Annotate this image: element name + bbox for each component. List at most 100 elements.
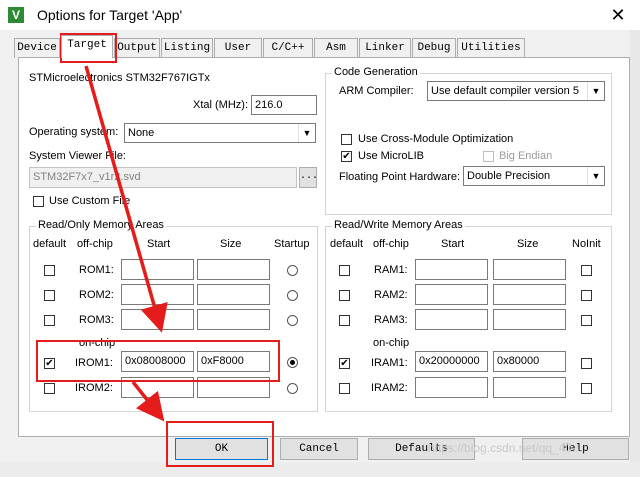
rom1-start-input[interactable] (121, 259, 194, 280)
ram1-start-input[interactable] (415, 259, 488, 280)
watermark: https://blog.csdn.net/qq_40... (428, 441, 583, 455)
device-name: STMicroelectronics STM32F767IGTx (29, 72, 210, 84)
ram2-label: RAM2: (374, 289, 408, 301)
ram2-start-input[interactable] (415, 284, 488, 305)
ram3-default-checkbox[interactable] (339, 315, 350, 326)
rom-group-title: Read/Only Memory Areas (36, 219, 166, 231)
rom1-default-checkbox[interactable] (44, 265, 55, 276)
rom-header-start: Start (147, 238, 171, 250)
chevron-down-icon: ▼ (587, 82, 604, 100)
tab-c-cpp[interactable]: C/C++ (263, 38, 313, 58)
rom-header-size: Size (220, 238, 242, 250)
compiler-label: ARM Compiler: (339, 85, 414, 97)
app-icon: V (8, 7, 24, 23)
fpu-select[interactable]: Double Precision ▼ (463, 166, 605, 186)
iram2-size-input[interactable] (493, 377, 566, 398)
xtal-label: Xtal (MHz): (193, 99, 248, 111)
cross-module-checkbox[interactable] (341, 134, 352, 145)
cancel-button[interactable]: Cancel (280, 438, 358, 460)
ram1-size-input[interactable] (493, 259, 566, 280)
fpu-select-value: Double Precision (467, 170, 551, 182)
chevron-down-icon: ▼ (298, 124, 315, 142)
ram1-label: RAM1: (374, 264, 408, 276)
tab-linker[interactable]: Linker (359, 38, 411, 58)
compiler-select-value: Use default compiler version 5 (431, 85, 579, 97)
ram-header-start: Start (441, 238, 465, 250)
iram1-label: IRAM1: (371, 357, 408, 369)
ram3-start-input[interactable] (415, 309, 488, 330)
microlib-checkbox[interactable]: ✔ (341, 151, 352, 162)
cross-module-label: Use Cross-Module Optimization (358, 133, 514, 145)
window-title: Options for Target 'App' (37, 7, 183, 23)
custom-file-label: Use Custom File (49, 195, 131, 207)
rom1-startup-radio[interactable] (287, 265, 298, 276)
svd-browse-button[interactable]: ... (299, 167, 318, 188)
chevron-down-icon: ▼ (587, 167, 604, 185)
rom-header-startup: Startup (274, 238, 310, 250)
tab-utilities[interactable]: Utilities (457, 38, 525, 58)
ram2-default-checkbox[interactable] (339, 290, 350, 301)
rom3-startup-radio[interactable] (287, 315, 298, 326)
tab-asm[interactable]: Asm (314, 38, 358, 58)
ram-onchip-label: on-chip (373, 337, 410, 349)
ram-header-default: default (330, 238, 364, 250)
tab-device[interactable]: Device (14, 38, 60, 58)
tab-target[interactable]: Target (61, 35, 113, 58)
os-select[interactable]: None ▼ (124, 123, 316, 143)
rom2-start-input[interactable] (121, 284, 194, 305)
close-icon[interactable]: ✕ (596, 0, 640, 30)
rom1-size-input[interactable] (197, 259, 270, 280)
custom-file-checkbox[interactable] (33, 196, 44, 207)
irom2-startup-radio[interactable] (287, 383, 298, 394)
rom3-size-input[interactable] (197, 309, 270, 330)
iram2-start-input[interactable] (415, 377, 488, 398)
iram1-size-input[interactable]: 0x80000 (493, 351, 566, 372)
irom2-default-checkbox[interactable] (44, 383, 55, 394)
tab-listing[interactable]: Listing (161, 38, 213, 58)
iram2-default-checkbox[interactable] (339, 383, 350, 394)
microlib-label: Use MicroLIB (358, 150, 425, 162)
rom2-startup-radio[interactable] (287, 290, 298, 301)
rom1-label: ROM1: (79, 264, 114, 276)
ram1-noinit-checkbox[interactable] (581, 265, 592, 276)
big-endian-checkbox[interactable] (483, 151, 494, 162)
big-endian-label: Big Endian (499, 150, 553, 162)
annotation-box-ok (166, 421, 274, 467)
ram3-noinit-checkbox[interactable] (581, 315, 592, 326)
irom1-startup-radio[interactable] (287, 357, 298, 368)
tab-user[interactable]: User (214, 38, 262, 58)
rom3-start-input[interactable] (121, 309, 194, 330)
iram1-default-checkbox[interactable]: ✔ (339, 358, 350, 369)
annotation-box-irom1 (36, 340, 280, 382)
ram-group-title: Read/Write Memory Areas (332, 219, 465, 231)
irom2-label: IROM2: (75, 382, 113, 394)
title-bar: V Options for Target 'App' ✕ (0, 0, 640, 30)
iram1-start-input[interactable]: 0x20000000 (415, 351, 488, 372)
tab-debug[interactable]: Debug (412, 38, 456, 58)
ram3-size-input[interactable] (493, 309, 566, 330)
rom2-label: ROM2: (79, 289, 114, 301)
options-dialog: V Options for Target 'App' ✕ Device Targ… (0, 0, 640, 477)
iram1-noinit-checkbox[interactable] (581, 358, 592, 369)
iram2-label: IRAM2: (371, 382, 408, 394)
xtal-input[interactable]: 216.0 (251, 95, 317, 115)
rom2-size-input[interactable] (197, 284, 270, 305)
rom3-default-checkbox[interactable] (44, 315, 55, 326)
rom-header-offchip: off-chip (77, 238, 113, 250)
ram-header-offchip: off-chip (373, 238, 409, 250)
background-window-strip (0, 463, 640, 477)
os-label: Operating system: (29, 126, 119, 138)
fpu-label: Floating Point Hardware: (339, 171, 461, 183)
rom3-label: ROM3: (79, 314, 114, 326)
ram1-default-checkbox[interactable] (339, 265, 350, 276)
tab-output[interactable]: Output (114, 38, 160, 58)
ram2-size-input[interactable] (493, 284, 566, 305)
svd-input[interactable]: STM32F7x7_v1r2.svd (29, 167, 297, 188)
ram-header-noinit: NoInit (572, 238, 601, 250)
ram2-noinit-checkbox[interactable] (581, 290, 592, 301)
compiler-select[interactable]: Use default compiler version 5 ▼ (427, 81, 605, 101)
iram2-noinit-checkbox[interactable] (581, 383, 592, 394)
rom2-default-checkbox[interactable] (44, 290, 55, 301)
rom-header-default: default (33, 238, 67, 250)
ram3-label: RAM3: (374, 314, 408, 326)
